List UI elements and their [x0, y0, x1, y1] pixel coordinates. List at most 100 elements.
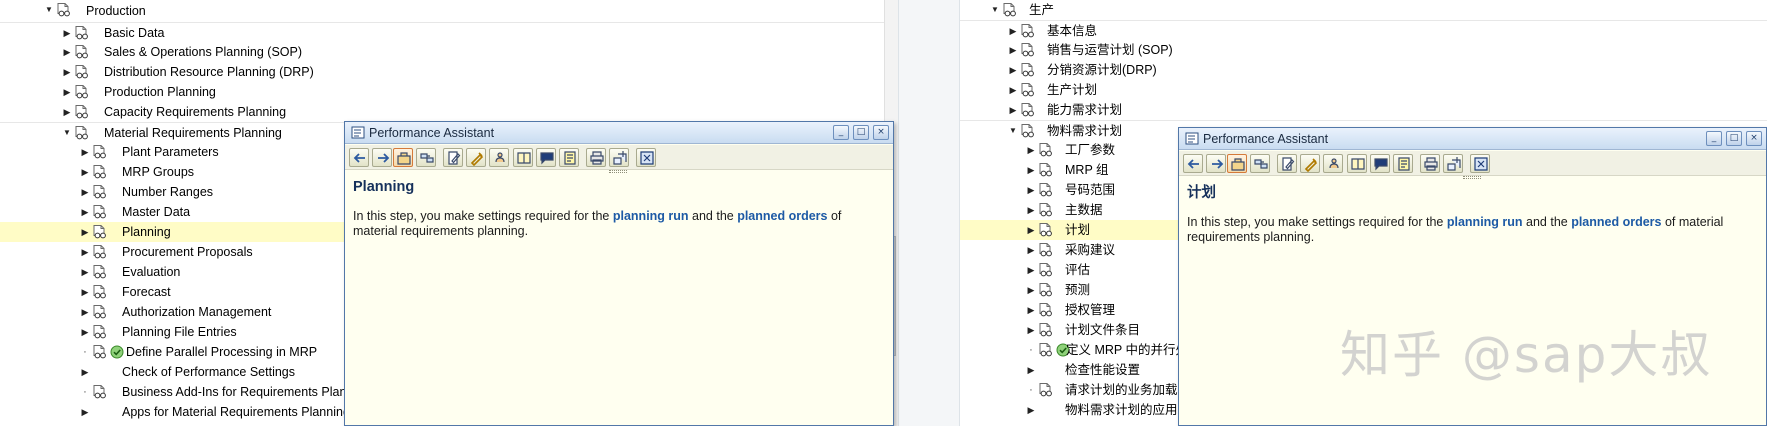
tree-node[interactable]: ▶ 能力需求计划	[960, 100, 1767, 120]
forward-icon[interactable]	[1206, 154, 1226, 173]
link-planning-run[interactable]: planning run	[613, 209, 689, 223]
collapse-triangle-icon[interactable]: ▼	[44, 0, 54, 20]
img-documentation-icon[interactable]	[1038, 203, 1053, 217]
edit-icon[interactable]	[443, 148, 463, 167]
expand-triangle-icon[interactable]: ▶	[1026, 180, 1036, 200]
performance-assistant-window[interactable]: Performance Assistant _ □ × Planning In …	[344, 121, 894, 426]
window-titlebar[interactable]: Performance Assistant _ □ ×	[1179, 128, 1766, 150]
img-documentation-icon[interactable]	[92, 185, 107, 199]
img-documentation-icon[interactable]	[1038, 143, 1053, 157]
expand-triangle-icon[interactable]: ▶	[1026, 240, 1036, 260]
expand-triangle-icon[interactable]: ▶	[1008, 21, 1018, 41]
close-button[interactable]: ×	[1746, 131, 1762, 146]
expand-triangle-icon[interactable]: ▶	[62, 42, 72, 62]
print-icon[interactable]	[1420, 154, 1440, 173]
edit-icon[interactable]	[1277, 154, 1297, 173]
tree-node[interactable]: ▶ 生产计划	[960, 80, 1767, 100]
comment-icon[interactable]	[1370, 154, 1390, 173]
img-documentation-icon[interactable]	[92, 165, 107, 179]
expand-triangle-icon[interactable]: ▶	[80, 142, 90, 162]
expand-triangle-icon[interactable]: ▶	[80, 242, 90, 262]
tree-node[interactable]: ▶ Sales & Operations Planning (SOP)	[0, 42, 898, 62]
expand-triangle-icon[interactable]: ▶	[1026, 220, 1036, 240]
tree-root[interactable]: ▼ Production	[0, 0, 898, 22]
window-titlebar[interactable]: Performance Assistant _ □ ×	[345, 122, 893, 144]
print-icon[interactable]	[586, 148, 606, 167]
img-documentation-icon[interactable]	[1038, 223, 1053, 237]
expand-triangle-icon[interactable]: ▶	[1026, 140, 1036, 160]
expand-triangle-icon[interactable]: ▶	[1026, 360, 1036, 380]
back-icon[interactable]	[1183, 154, 1203, 173]
tree-node[interactable]: ▶ Capacity Requirements Planning	[0, 102, 898, 122]
expand-triangle-icon[interactable]: ▶	[1008, 80, 1018, 100]
link-planned-orders[interactable]: planned orders	[1571, 215, 1661, 229]
expand-triangle-icon[interactable]: ▶	[80, 262, 90, 282]
expand-triangle-icon[interactable]: ▶	[1026, 200, 1036, 220]
expand-triangle-icon[interactable]: ▶	[1008, 40, 1018, 60]
collapse-triangle-icon[interactable]: ▼	[1008, 121, 1018, 141]
book-icon[interactable]	[513, 148, 533, 167]
img-documentation-icon[interactable]	[1020, 124, 1035, 138]
open-topic-icon[interactable]	[1227, 154, 1247, 173]
expand-triangle-icon[interactable]: ▶	[62, 102, 72, 122]
img-documentation-icon[interactable]	[1038, 163, 1053, 177]
link-icon[interactable]	[416, 148, 436, 167]
tree-node[interactable]: ▶ 基本信息	[960, 20, 1767, 40]
img-documentation-icon[interactable]	[1038, 283, 1053, 297]
note-icon[interactable]	[559, 148, 579, 167]
img-documentation-icon[interactable]	[92, 345, 107, 359]
img-documentation-icon[interactable]	[1038, 243, 1053, 257]
tree-node[interactable]: ▶ 销售与运营计划 (SOP)	[960, 40, 1767, 60]
tree-node[interactable]: ▶ Production Planning	[0, 82, 898, 102]
img-documentation-icon[interactable]	[92, 205, 107, 219]
maximize-button[interactable]: □	[1726, 131, 1742, 146]
img-documentation-icon[interactable]	[1038, 383, 1053, 397]
expand-triangle-icon[interactable]: ▶	[80, 302, 90, 322]
close-box-icon[interactable]	[1470, 154, 1490, 173]
expand-triangle-icon[interactable]: ▶	[1026, 400, 1036, 420]
link-planned-orders[interactable]: planned orders	[737, 209, 827, 223]
img-documentation-icon[interactable]	[1038, 183, 1053, 197]
splitter-grip[interactable]	[1463, 176, 1481, 179]
img-documentation-icon[interactable]	[92, 265, 107, 279]
img-documentation-icon[interactable]	[92, 285, 107, 299]
img-documentation-icon[interactable]	[74, 65, 89, 79]
tree-node[interactable]: ▶ 分销资源计划(DRP)	[960, 60, 1767, 80]
expand-triangle-icon[interactable]: ▶	[80, 202, 90, 222]
img-documentation-icon[interactable]	[74, 126, 89, 140]
img-documentation-icon[interactable]	[74, 85, 89, 99]
maximize-button[interactable]: □	[853, 125, 869, 140]
img-documentation-icon[interactable]	[92, 225, 107, 239]
minimize-button[interactable]: _	[1706, 131, 1722, 146]
expand-triangle-icon[interactable]: ▶	[80, 322, 90, 342]
export-icon[interactable]	[609, 148, 629, 167]
expand-triangle-icon[interactable]: ▶	[1026, 300, 1036, 320]
technical-info-icon[interactable]	[1323, 154, 1343, 173]
img-documentation-icon[interactable]	[74, 105, 89, 119]
collapse-triangle-icon[interactable]: ▼	[62, 123, 72, 143]
expand-triangle-icon[interactable]: ▶	[1008, 60, 1018, 80]
img-documentation-icon[interactable]	[1020, 43, 1035, 57]
expand-triangle-icon[interactable]: ▶	[1026, 320, 1036, 340]
close-box-icon[interactable]	[636, 148, 656, 167]
img-documentation-icon[interactable]	[74, 26, 89, 40]
img-documentation-icon[interactable]	[1020, 63, 1035, 77]
expand-triangle-icon[interactable]: ▶	[80, 362, 90, 382]
tree-root[interactable]: ▼ 生产	[960, 0, 1767, 20]
expand-triangle-icon[interactable]: ▶	[1026, 160, 1036, 180]
img-documentation-icon[interactable]	[1020, 103, 1035, 117]
back-icon[interactable]	[349, 148, 369, 167]
expand-triangle-icon[interactable]: ▶	[80, 402, 90, 422]
expand-triangle-icon[interactable]: ▶	[80, 222, 90, 242]
note-icon[interactable]	[1393, 154, 1413, 173]
img-documentation-icon[interactable]	[1038, 303, 1053, 317]
img-documentation-icon[interactable]	[92, 385, 107, 399]
img-documentation-icon[interactable]	[92, 325, 107, 339]
expand-triangle-icon[interactable]: ▶	[1008, 100, 1018, 120]
splitter-grip[interactable]	[609, 170, 627, 173]
highlight-icon[interactable]	[466, 148, 486, 167]
tree-node[interactable]: ▶ Basic Data	[0, 22, 898, 42]
expand-triangle-icon[interactable]: ▶	[1026, 260, 1036, 280]
technical-info-icon[interactable]	[489, 148, 509, 167]
img-documentation-icon[interactable]	[1038, 263, 1053, 277]
